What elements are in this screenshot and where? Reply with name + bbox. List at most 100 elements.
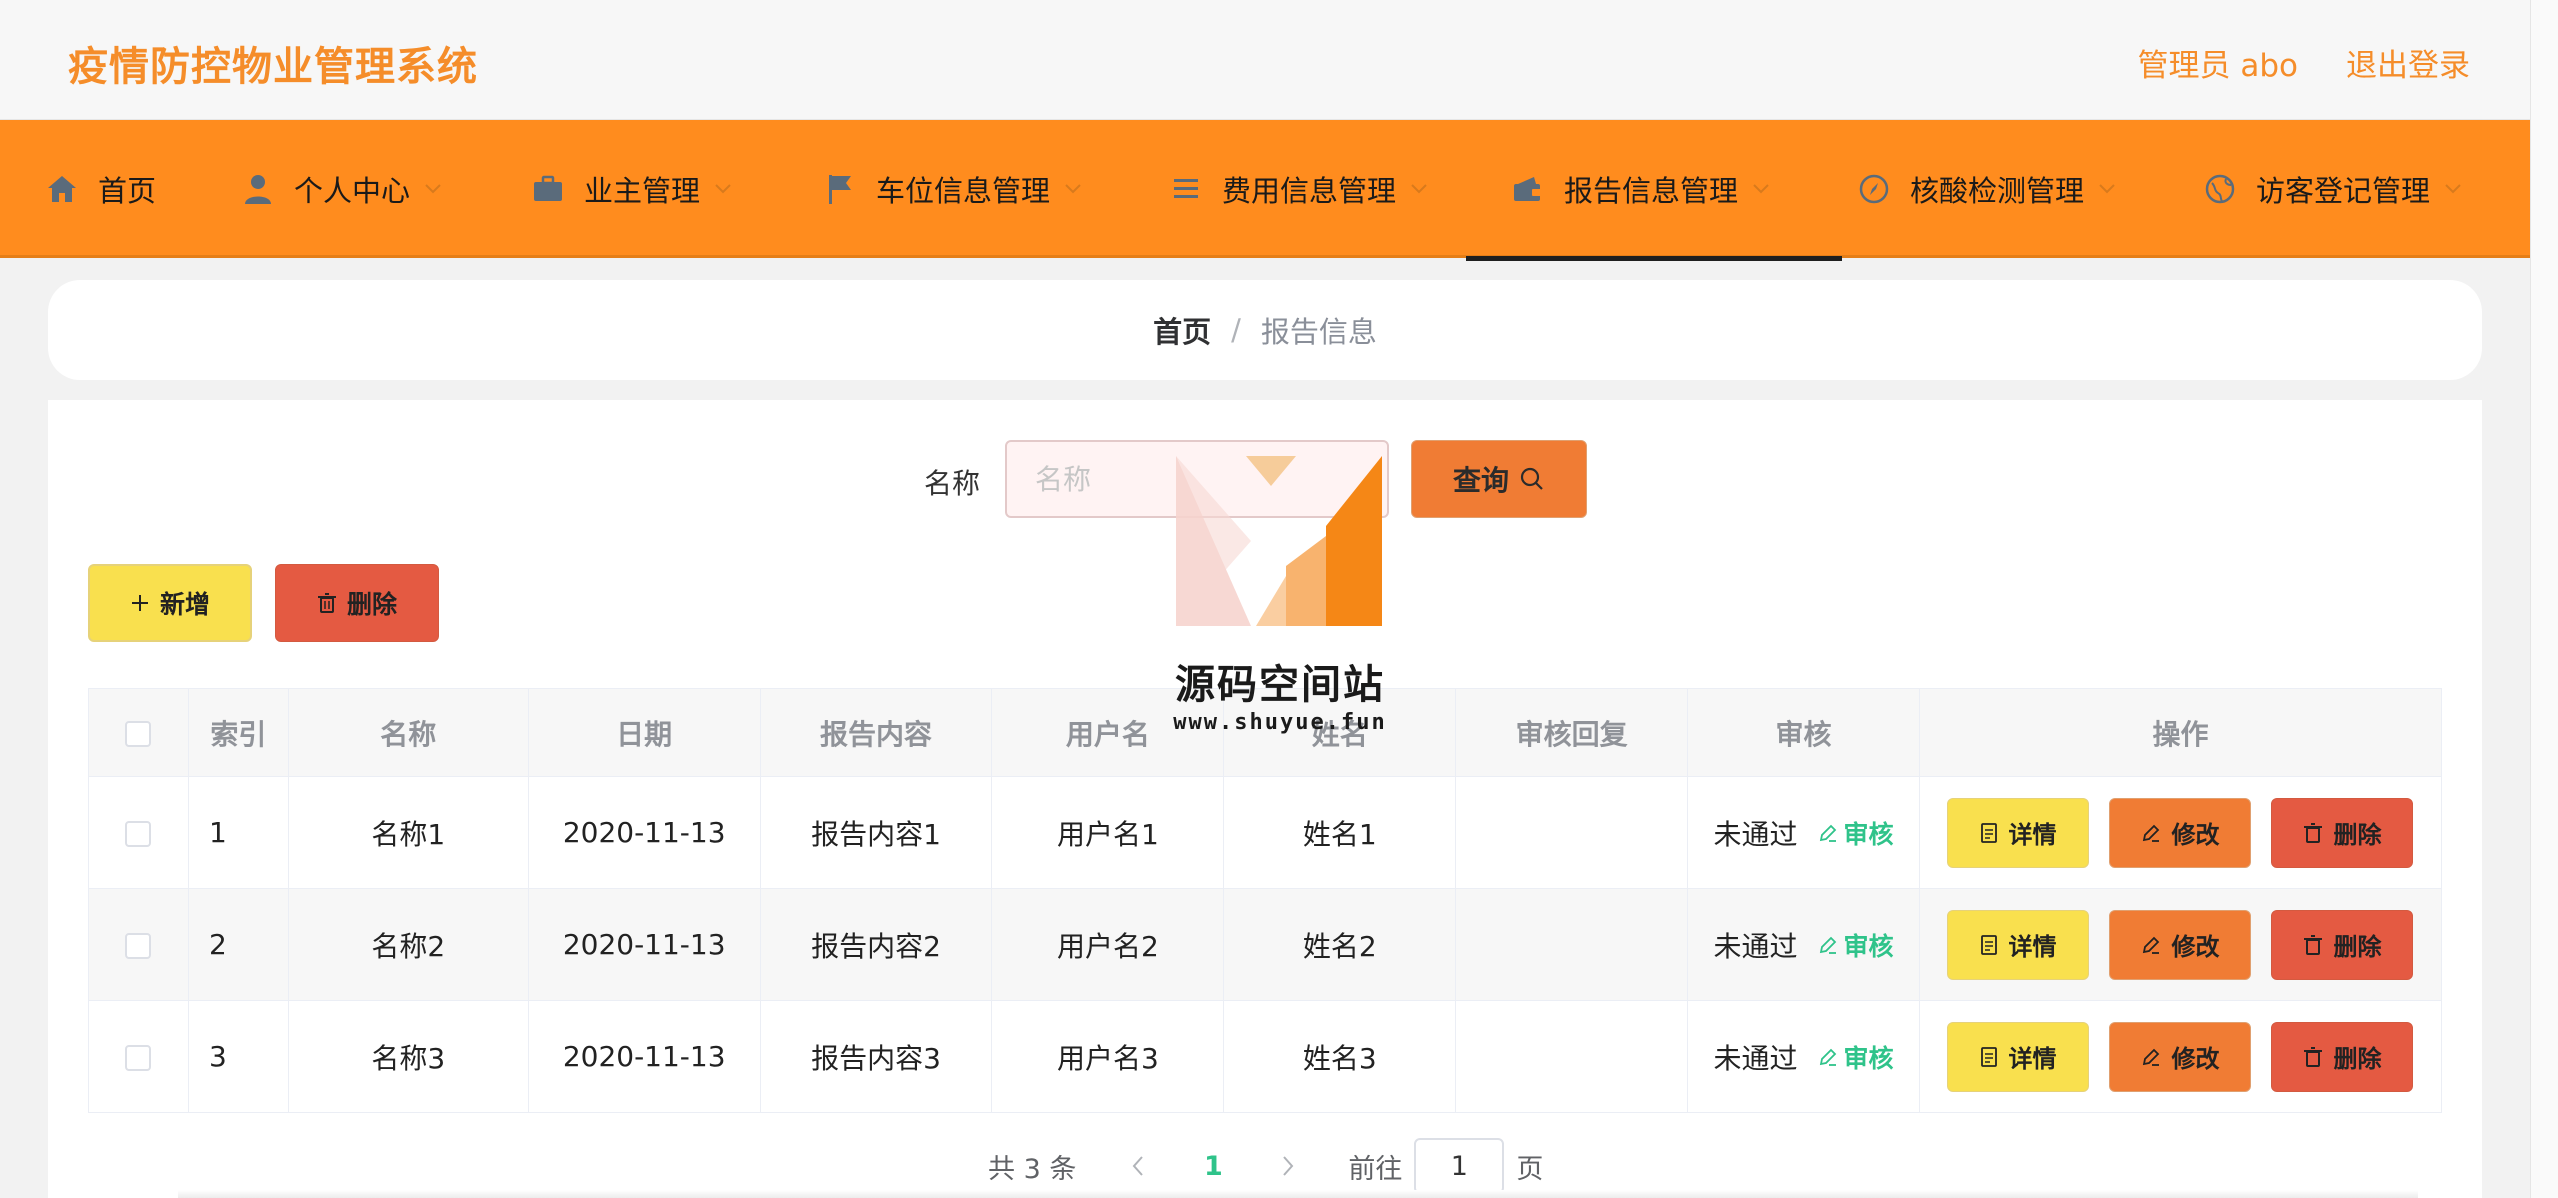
chevron-left-icon: [1133, 1156, 1144, 1176]
nav-item-home[interactable]: 首页: [44, 120, 156, 258]
row-delete-label: 删除: [2333, 821, 2382, 849]
document-icon: [1981, 822, 1998, 843]
select-all-cell: [88, 688, 189, 777]
cell-reply: [1455, 888, 1689, 1001]
cell-operations: 详情 修改 删除: [1918, 888, 2443, 1001]
search-button[interactable]: 查询: [1411, 440, 1587, 518]
admin-user-label[interactable]: 管理员 abo: [2138, 40, 2299, 85]
cell-index: 1: [187, 776, 289, 889]
main-nav: 首页 个人中心 业主管理 车位信息管理 费用信息管理 报告信息管理 核酸检测管理…: [0, 120, 2530, 261]
status-text: 未通过: [1713, 817, 1798, 851]
detail-button[interactable]: 详情: [1947, 1021, 2090, 1092]
pencil-icon: [2143, 824, 2160, 842]
user-icon: [240, 171, 276, 207]
detail-label: 详情: [2008, 821, 2057, 849]
pagination-total: 共 3 条: [988, 1153, 1077, 1185]
watermark-url: www.shuyue.fun: [1173, 710, 1387, 735]
cell-audit: 未通过 审核: [1687, 1000, 1920, 1113]
search-label: 名称: [924, 467, 981, 500]
pencil-icon: [1819, 824, 1836, 842]
document-icon: [1981, 1046, 1998, 1067]
goto-page-input[interactable]: [1414, 1138, 1505, 1194]
edit-button[interactable]: 修改: [2109, 909, 2252, 980]
nav-label: 车位信息管理: [876, 174, 1051, 208]
column-header: 索引: [187, 688, 289, 777]
edit-button[interactable]: 修改: [2109, 1021, 2252, 1092]
batch-delete-label: 删除: [346, 590, 397, 619]
row-checkbox[interactable]: [125, 933, 152, 959]
nav-item-parking-management[interactable]: 车位信息管理: [822, 120, 1084, 258]
column-header: 日期: [527, 688, 761, 777]
row-delete-button[interactable]: 删除: [2271, 1021, 2414, 1092]
nav-item-personal-center[interactable]: 个人中心: [240, 120, 444, 258]
nav-item-visitor-management[interactable]: 访客登记管理: [2202, 120, 2464, 258]
cell-realname: 姓名1: [1223, 776, 1457, 889]
trash-icon: [2304, 934, 2323, 955]
nav-item-owner-management[interactable]: 业主管理: [530, 120, 734, 258]
status-text: 未通过: [1713, 1041, 1798, 1075]
cell-realname: 姓名3: [1223, 1000, 1457, 1113]
search-button-label: 查询: [1452, 464, 1509, 497]
goto-prefix: 前往: [1348, 1153, 1403, 1185]
edit-label: 修改: [2171, 1045, 2220, 1073]
briefcase-icon: [530, 171, 566, 207]
trash-icon: [2304, 822, 2323, 843]
add-button[interactable]: 新增: [88, 564, 252, 642]
detail-button[interactable]: 详情: [1947, 909, 2090, 980]
logout-link[interactable]: 退出登录: [2346, 40, 2470, 85]
nav-item-nucleic-test-management[interactable]: 核酸检测管理: [1856, 120, 2118, 258]
edit-button[interactable]: 修改: [2109, 797, 2252, 868]
footer-shadow: [178, 1190, 2418, 1198]
cell-username: 用户名1: [991, 776, 1225, 889]
row-delete-button[interactable]: 删除: [2271, 909, 2414, 980]
watermark-name: 源码空间站: [1175, 662, 1385, 708]
column-header: 名称: [287, 688, 529, 777]
audit-link[interactable]: 审核: [1818, 927, 1894, 963]
breadcrumb-current: 报告信息: [1260, 315, 1377, 349]
table-row: 2 名称2 2020-11-13 报告内容2 用户名2 姓名2 未通过 审核 详…: [88, 888, 2443, 1001]
detail-button[interactable]: 详情: [1947, 797, 2090, 868]
page-scrollbar[interactable]: [2530, 0, 2558, 1198]
audit-link-label: 审核: [1843, 1043, 1894, 1073]
cell-index: 3: [187, 1000, 289, 1113]
app-title: 疫情防控物业管理系统: [68, 44, 478, 90]
breadcrumb-home[interactable]: 首页: [1153, 309, 1211, 351]
nav-label: 访客登记管理: [2256, 174, 2431, 208]
audit-link-label: 审核: [1843, 819, 1894, 849]
detail-label: 详情: [2008, 1045, 2057, 1073]
page-number[interactable]: 1: [1158, 1151, 1268, 1182]
cell-name: 名称2: [287, 888, 529, 1001]
table-row: 3 名称3 2020-11-13 报告内容3 用户名3 姓名3 未通过 审核 详…: [88, 1000, 2443, 1113]
column-header: 审核回复: [1455, 688, 1689, 777]
batch-delete-button[interactable]: 删除: [275, 564, 439, 642]
prev-page-button[interactable]: [1118, 1155, 1158, 1177]
select-all-checkbox[interactable]: [125, 721, 152, 747]
cell-audit: 未通过 审核: [1687, 776, 1920, 889]
cell-operations: 详情 修改 删除: [1918, 776, 2443, 889]
nav-item-report-management[interactable]: 报告信息管理: [1465, 120, 1843, 261]
detail-label: 详情: [2008, 933, 2057, 961]
list-icon: [1168, 171, 1204, 207]
cell-date: 2020-11-13: [527, 776, 761, 889]
nav-label: 个人中心: [294, 174, 411, 208]
document-icon: [1981, 934, 1998, 955]
row-checkbox[interactable]: [125, 821, 152, 847]
header-user-area: 管理员 abo 退出登录: [2138, 40, 2471, 85]
row-delete-button[interactable]: 删除: [2271, 797, 2414, 868]
cell-date: 2020-11-13: [527, 888, 761, 1001]
breadcrumb-separator: /: [1231, 313, 1241, 347]
breadcrumb: 首页 / 报告信息: [48, 280, 2482, 380]
next-page-button[interactable]: [1268, 1155, 1308, 1177]
audit-link[interactable]: 审核: [1818, 815, 1894, 851]
nav-label: 首页: [98, 174, 157, 208]
row-checkbox[interactable]: [125, 1045, 152, 1071]
nav-label: 业主管理: [584, 174, 701, 208]
pencil-icon: [1819, 936, 1836, 954]
row-select-cell: [88, 776, 189, 889]
audit-link[interactable]: 审核: [1818, 1039, 1894, 1075]
cell-audit: 未通过 审核: [1687, 888, 1920, 1001]
edit-label: 修改: [2171, 821, 2220, 849]
nav-label: 报告信息管理: [1564, 174, 1739, 208]
nav-item-fee-management[interactable]: 费用信息管理: [1168, 120, 1430, 258]
pencil-icon: [2143, 1048, 2160, 1066]
